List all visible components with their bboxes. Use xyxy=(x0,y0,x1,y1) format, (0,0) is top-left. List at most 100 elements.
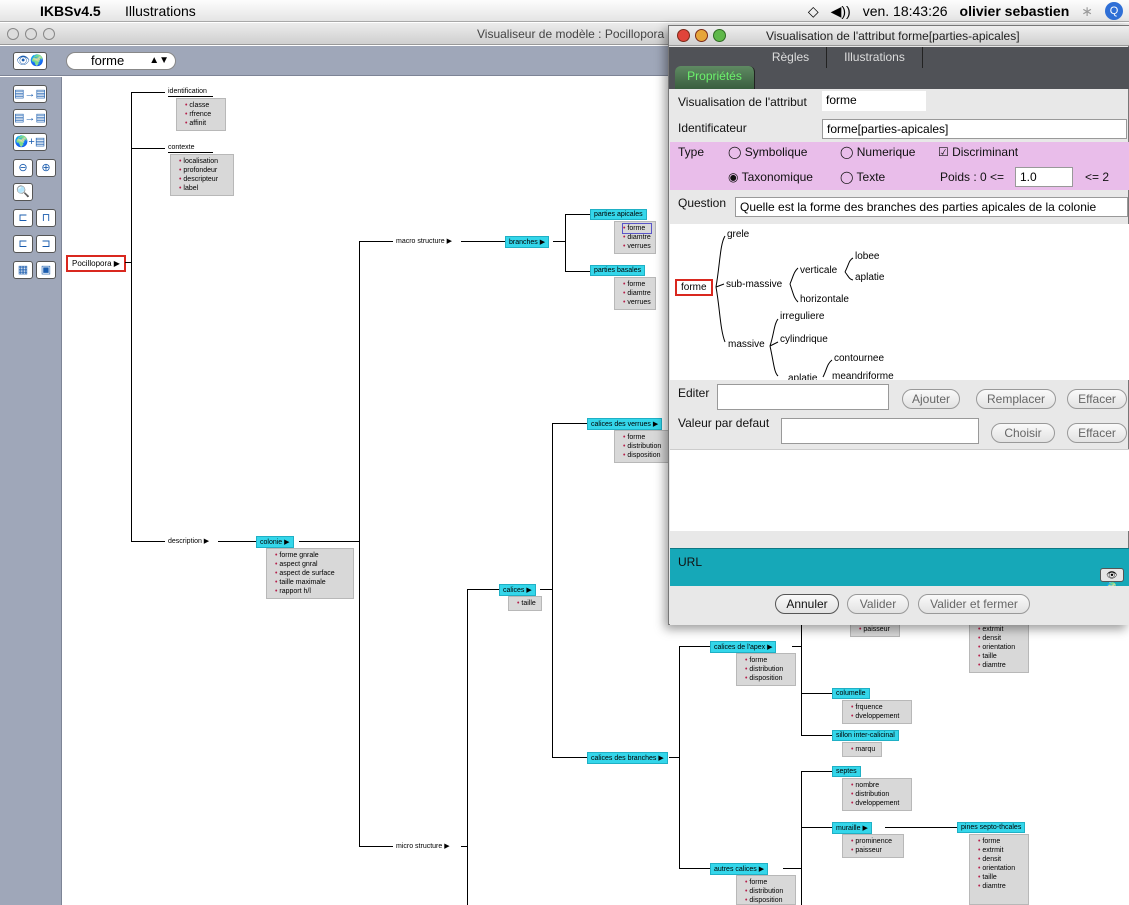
calices-apex-box[interactable]: forme distribution disposition xyxy=(736,653,796,686)
item-densit[interactable]: densit xyxy=(978,855,1024,864)
extrmit-box[interactable]: extrmit densit orientation taille diamtr… xyxy=(969,622,1029,673)
radio-texte[interactable]: ◯ Texte xyxy=(840,170,885,184)
colonie-box[interactable]: forme gnrale aspect gnral aspect de surf… xyxy=(266,548,354,599)
item-diamtre[interactable]: diamtre xyxy=(978,661,1024,670)
valider-button[interactable]: Valider xyxy=(847,594,909,614)
node-septes[interactable]: septes xyxy=(832,766,861,777)
remplacer-button[interactable]: Remplacer xyxy=(976,389,1056,409)
item-classe[interactable]: classe xyxy=(185,101,221,110)
node-parties-apicales[interactable]: parties apicales xyxy=(590,209,647,220)
description-area[interactable] xyxy=(670,449,1129,531)
item-marqu[interactable]: marqu xyxy=(851,745,877,754)
expand-icon[interactable]: ⊏ xyxy=(13,235,33,253)
wifi-icon[interactable]: ◇ xyxy=(808,3,819,20)
tab-proprietes[interactable]: Propriétés xyxy=(675,66,755,89)
parties-apicales-box[interactable]: forme diamtre verrues xyxy=(614,221,656,254)
node-contexte[interactable]: contexte xyxy=(168,144,194,151)
item-diamtre[interactable]: diamtre xyxy=(623,289,651,298)
volume-icon[interactable]: ◀)) xyxy=(831,3,851,20)
item-diamtre[interactable]: diamtre xyxy=(623,233,651,242)
parties-basales-box[interactable]: forme diamtre verrues xyxy=(614,277,656,310)
item-disposition[interactable]: disposition xyxy=(745,674,791,683)
item-label[interactable]: label xyxy=(179,184,229,193)
attribute-selector[interactable]: forme ▲▼ xyxy=(66,52,176,70)
value-aplatie[interactable]: aplatie xyxy=(855,272,884,283)
radio-symbolique[interactable]: ◯ Symbolique xyxy=(728,145,807,159)
node-muraille[interactable]: muraille ▶ xyxy=(832,822,872,834)
ajouter-button[interactable]: Ajouter xyxy=(902,389,960,409)
value-tree-view[interactable]: forme grele sub-massive verticale lobee … xyxy=(670,224,1129,380)
item-disposition[interactable]: disposition xyxy=(623,451,664,460)
valider-fermer-button[interactable]: Valider et fermer xyxy=(918,594,1030,614)
contexte-box[interactable]: localisation profondeur descripteur labe… xyxy=(170,154,234,196)
collapse-icon[interactable]: ⊐ xyxy=(36,235,56,253)
effacer-defaut-button[interactable]: Effacer xyxy=(1067,423,1127,443)
item-paisseur[interactable]: paisseur xyxy=(859,625,895,634)
view-globe-icon[interactable]: 👁🌍 xyxy=(13,52,47,70)
tab-regles[interactable]: Règles xyxy=(755,47,827,68)
value-contournee[interactable]: contournee xyxy=(834,353,884,364)
radio-taxonomique[interactable]: ◉ Taxonomique xyxy=(728,170,813,184)
node-autres-calices[interactable]: autres calices ▶ xyxy=(710,863,769,875)
item-affinit[interactable]: affinit xyxy=(185,119,221,128)
item-aspect-surface[interactable]: aspect de surface xyxy=(275,569,349,578)
close-button[interactable] xyxy=(7,28,19,40)
tree-vertical-icon[interactable]: ⊓ xyxy=(36,209,56,227)
value-root-forme[interactable]: forme xyxy=(675,279,713,296)
item-frquence[interactable]: frquence xyxy=(851,703,907,712)
item-localisation[interactable]: localisation xyxy=(179,157,229,166)
item-extrmit[interactable]: extrmit xyxy=(978,846,1024,855)
editer-field[interactable] xyxy=(717,384,889,410)
globe-icon[interactable]: 👁🌍 xyxy=(1100,568,1124,592)
value-massive[interactable]: massive xyxy=(728,339,765,350)
import-tree-icon[interactable]: ▤→▤ xyxy=(13,109,47,127)
item-verrues[interactable]: verrues xyxy=(623,298,651,307)
node-branches[interactable]: branches ▶ xyxy=(505,236,550,248)
add-node-icon[interactable]: 🌍+▤ xyxy=(13,133,47,151)
epines-box[interactable]: forme extrmit densit orientation taille … xyxy=(969,834,1029,905)
item-diamtre[interactable]: diamtre xyxy=(978,882,1024,891)
item-aspect-gnral[interactable]: aspect gnral xyxy=(275,560,349,569)
autres-calices-box[interactable]: forme distribution disposition xyxy=(736,875,796,905)
item-taille-maximale[interactable]: taille maximale xyxy=(275,578,349,587)
node-sillon[interactable]: sillon inter-calicinal xyxy=(832,730,899,741)
print-icon[interactable]: ▣ xyxy=(36,261,56,279)
node-calices-apex[interactable]: calices de l'apex ▶ xyxy=(710,641,777,653)
value-meandriforme[interactable]: meandriforme xyxy=(832,371,894,380)
sillon-box[interactable]: marqu xyxy=(842,742,882,757)
effacer-button[interactable]: Effacer xyxy=(1067,389,1127,409)
defaut-field[interactable] xyxy=(781,418,979,444)
item-distribution[interactable]: distribution xyxy=(745,887,791,896)
value-aplatie-2[interactable]: aplatie xyxy=(788,373,817,380)
zoom-in-icon[interactable]: ⊕ xyxy=(36,159,56,177)
node-calices[interactable]: calices ▶ xyxy=(499,584,536,596)
node-parties-basales[interactable]: parties basales xyxy=(590,265,646,276)
item-nombre[interactable]: nombre xyxy=(851,781,907,790)
minimize-button[interactable] xyxy=(25,28,37,40)
node-calices-verrues[interactable]: calices des verrues ▶ xyxy=(587,418,663,430)
dialog-minimize-button[interactable] xyxy=(695,29,708,42)
item-rfrence[interactable]: rfrence xyxy=(185,110,221,119)
spotlight-icon[interactable]: Q xyxy=(1105,2,1123,20)
item-taille[interactable]: taille xyxy=(978,652,1024,661)
zoom-out-icon[interactable]: ⊖ xyxy=(13,159,33,177)
node-calices-branches[interactable]: calices des branches ▶ xyxy=(587,752,668,764)
value-verticale[interactable]: verticale xyxy=(800,265,837,276)
attr-value-field[interactable]: forme xyxy=(822,91,926,111)
value-cylindrique[interactable]: cylindrique xyxy=(780,334,828,345)
tree-horizontal-icon[interactable]: ⊏ xyxy=(13,209,33,227)
item-dveloppement[interactable]: dveloppement xyxy=(851,712,907,721)
zoom-button[interactable] xyxy=(43,28,55,40)
calices-box[interactable]: taille xyxy=(508,596,542,611)
item-paisseur[interactable]: paisseur xyxy=(851,846,899,855)
item-extrmit[interactable]: extrmit xyxy=(978,625,1024,634)
annuler-button[interactable]: Annuler xyxy=(775,594,839,614)
item-rapport[interactable]: rapport h/l xyxy=(275,587,349,596)
search-icon[interactable]: 🔍 xyxy=(13,183,33,201)
root-node[interactable]: Pocillopora ▶ xyxy=(66,255,126,272)
node-epines[interactable]: pines septo-thcales xyxy=(957,822,1026,833)
checkbox-discriminant[interactable]: ☑ Discriminant xyxy=(938,145,1018,159)
item-distribution[interactable]: distribution xyxy=(623,442,664,451)
dialog-close-button[interactable] xyxy=(677,29,690,42)
muraille-box[interactable]: prominence paisseur xyxy=(842,834,904,858)
